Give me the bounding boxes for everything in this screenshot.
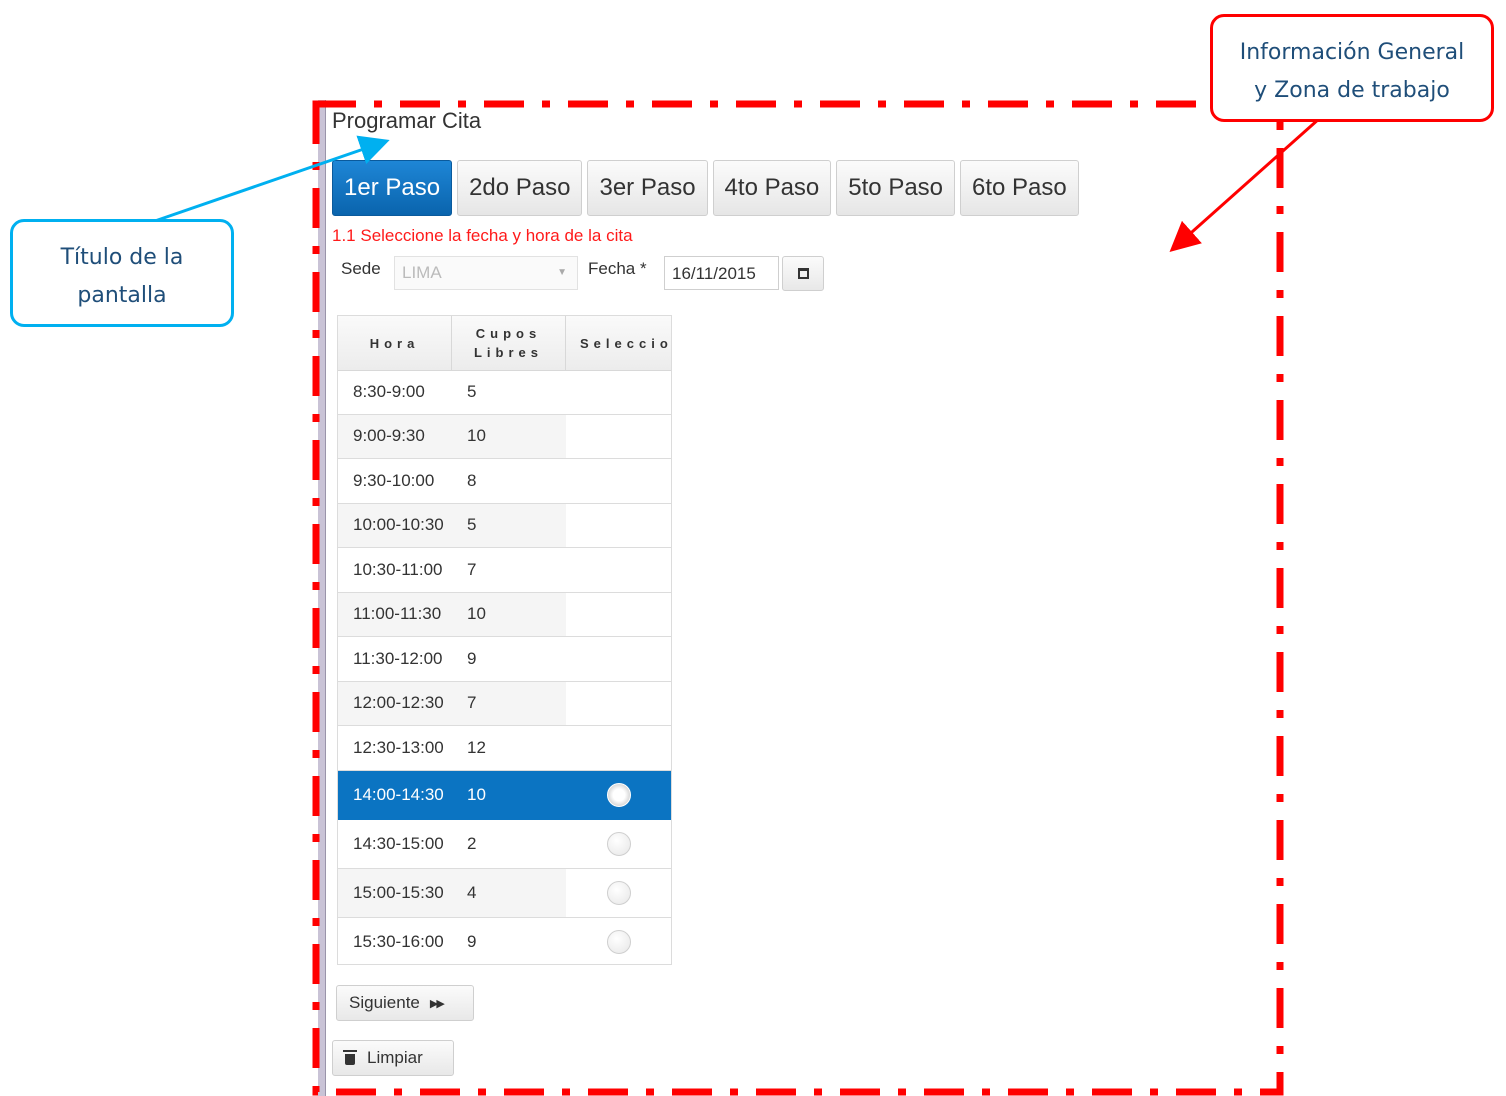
title-callout-line-1: Título de la [60, 245, 184, 270]
zone-callout: Información General y Zona de trabajo [1210, 14, 1494, 122]
zone-callout-line-2: y Zona de trabajo [1254, 78, 1450, 103]
zone-callout-line-1: Información General [1239, 40, 1465, 65]
work-zone-outline [312, 100, 1284, 1096]
annotation-overlay [151, 100, 1321, 1096]
title-callout-arrow [151, 135, 390, 224]
zone-callout-arrow [1169, 116, 1321, 252]
title-callout: Título de la pantalla [10, 219, 234, 327]
title-callout-line-2: pantalla [77, 283, 167, 308]
